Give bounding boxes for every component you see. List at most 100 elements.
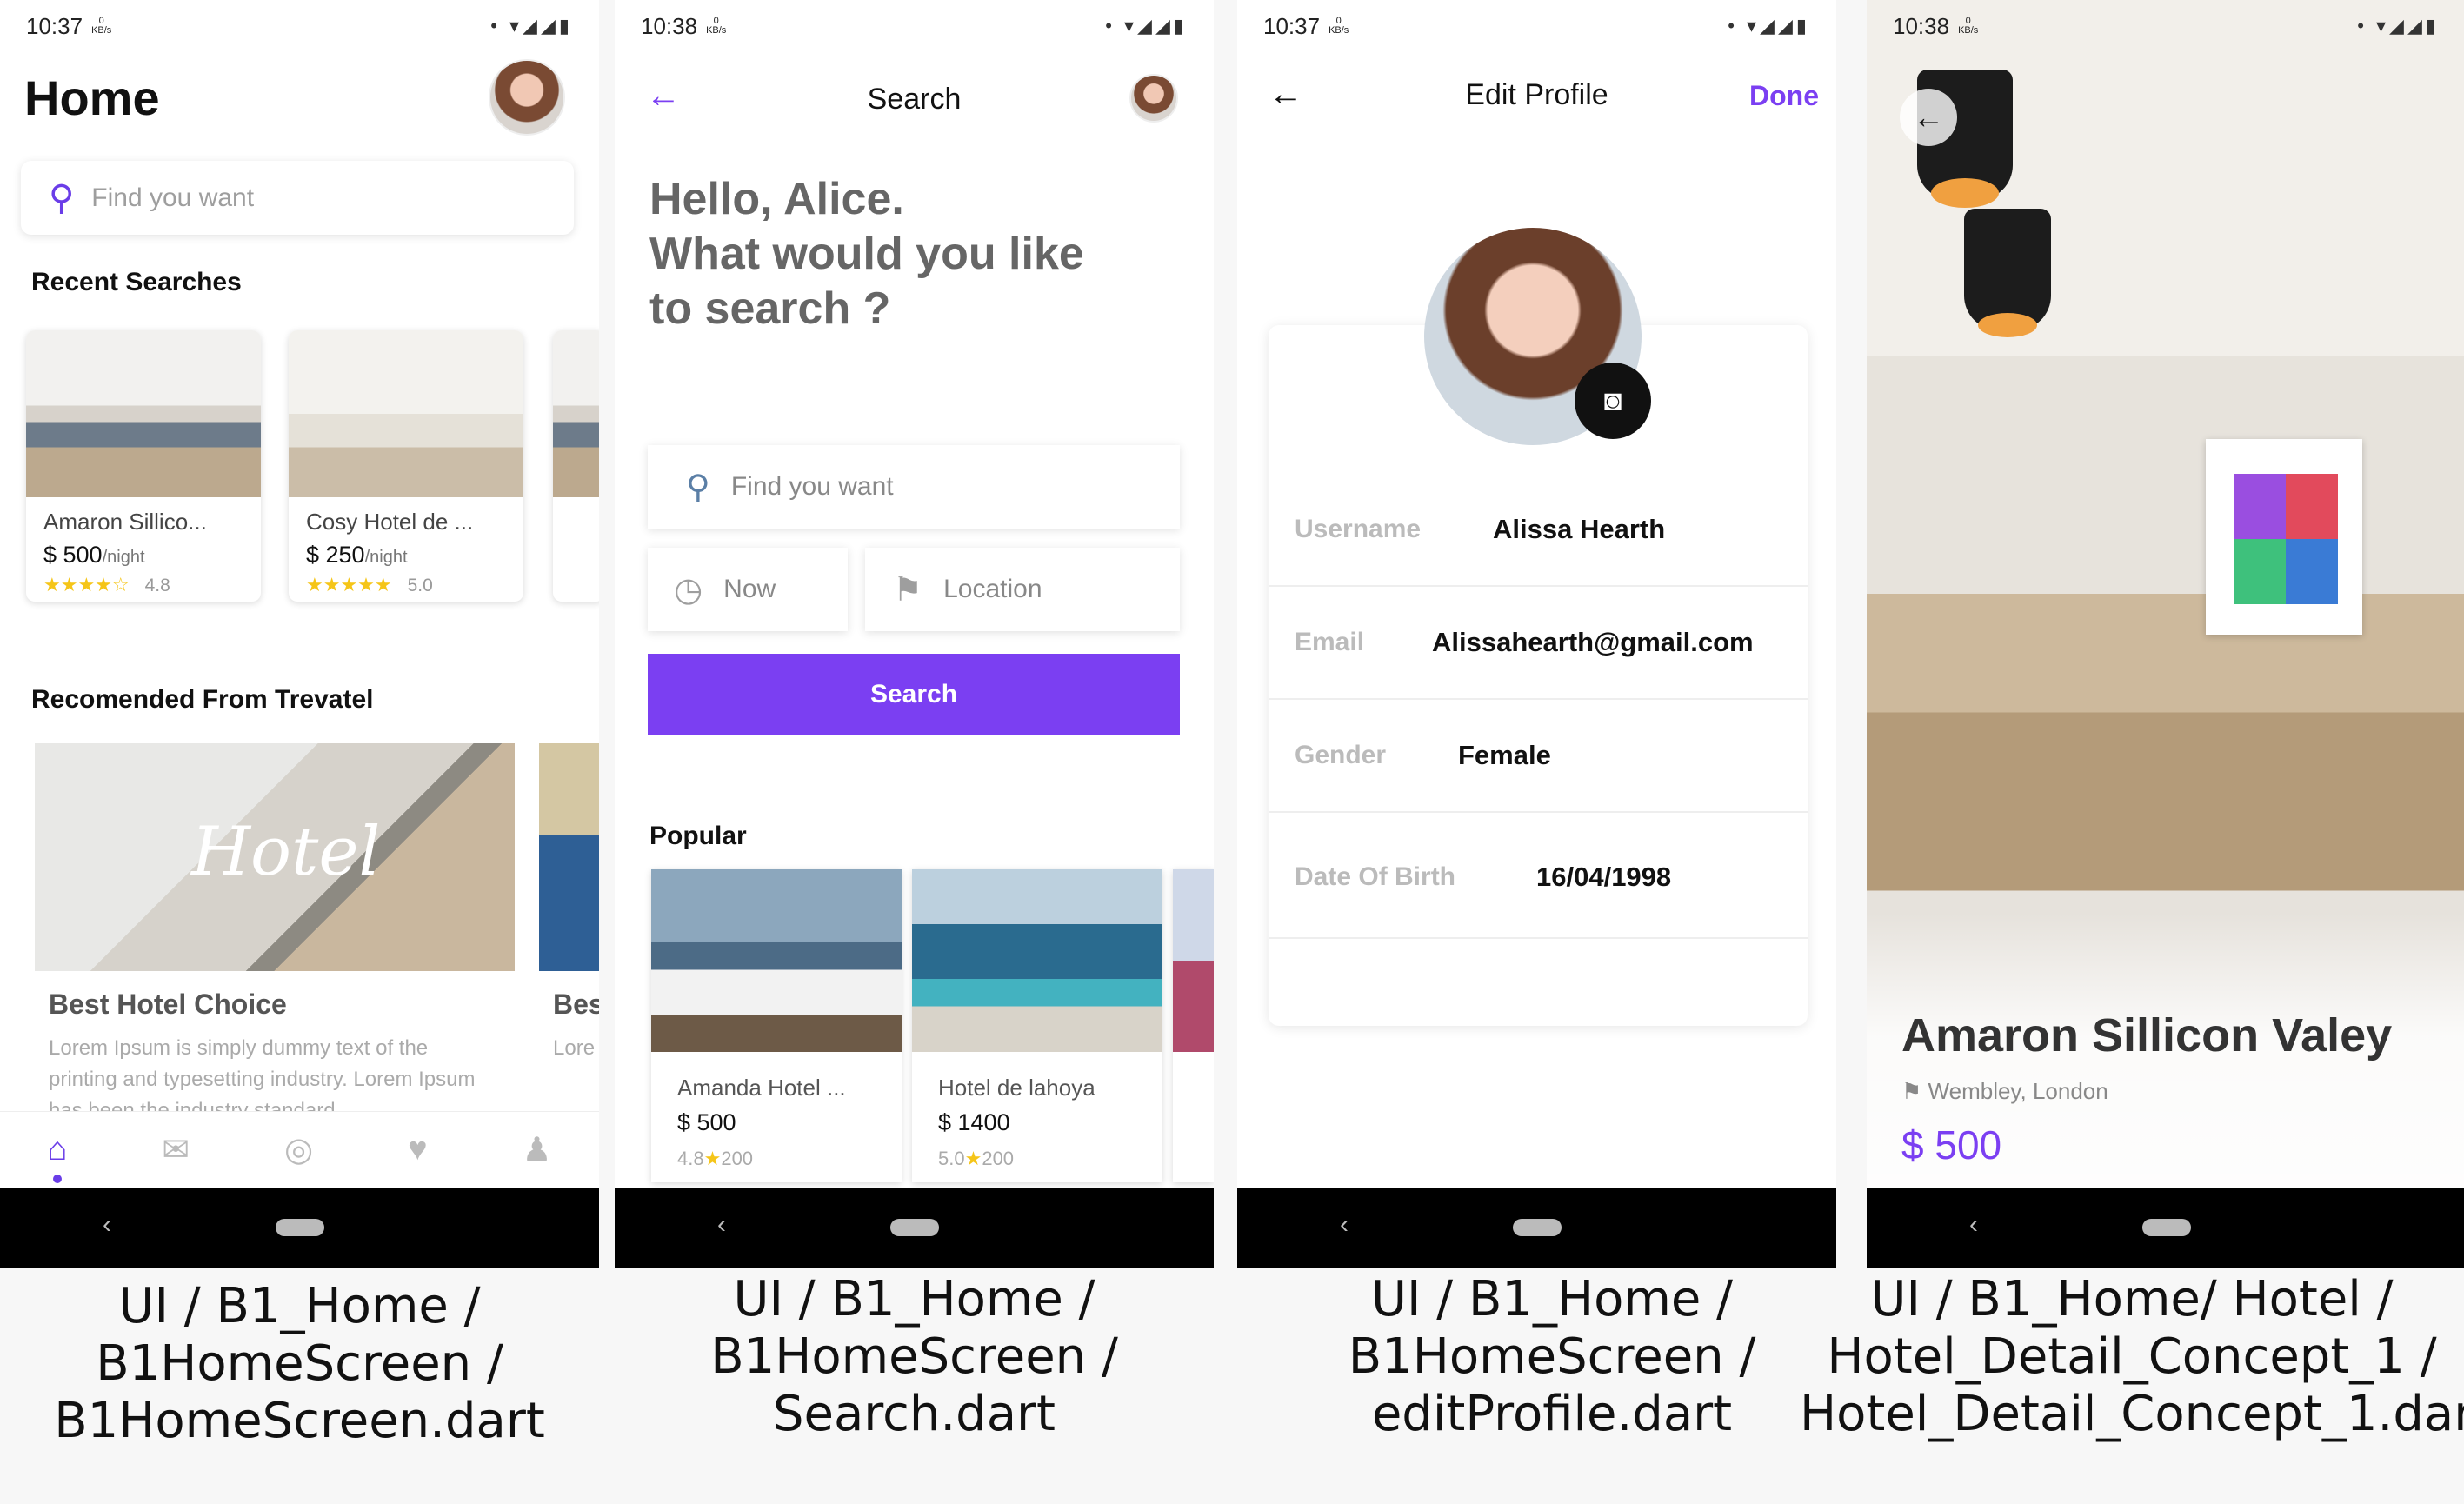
popular-card[interactable]: Amanda Hotel ... $ 500 4.8★200 — [651, 869, 902, 1182]
rating: ★★★★☆ 4.8 — [43, 574, 170, 596]
location-pin-icon: ⚑ — [1901, 1078, 1922, 1104]
system-icons: • ▾◢◢▮ — [2357, 15, 2440, 37]
recommended-image[interactable]: Hotel — [35, 743, 515, 971]
avatar[interactable] — [1129, 74, 1178, 123]
page-title: Search — [867, 83, 962, 116]
hotel-name: Hotel de lahoya — [938, 1075, 1095, 1101]
caption-hotel-detail: UI / B1_Home/ Hotel / Hotel_Detail_Conce… — [1800, 1271, 2464, 1442]
dob-row[interactable]: Date Of Birth 16/04/1998 — [1269, 817, 1808, 939]
popular-list: Amanda Hotel ... $ 500 4.8★200 Hotel de … — [651, 869, 1214, 1182]
hotel-image — [651, 869, 902, 1052]
rating: 5.0★200 — [938, 1148, 1014, 1170]
android-nav-bar: ‹ — [0, 1188, 599, 1268]
search-input[interactable]: ⚲ Find you want — [21, 161, 574, 235]
status-bar: 10:38 0 KB/s • ▾◢◢▮ — [1867, 0, 2464, 52]
nav-back-icon[interactable]: ‹ — [1969, 1210, 1978, 1240]
hotel-detail-screen: 10:38 0 KB/s • ▾◢◢▮ ← Amaron Sillicon Val… — [1867, 0, 2464, 1268]
hotel-name: Amanda Hotel ... — [677, 1075, 846, 1101]
review-count: 200 — [721, 1148, 754, 1169]
star-icon: ★ — [703, 1148, 722, 1169]
android-nav-bar: ‹ — [1237, 1188, 1836, 1268]
avatar[interactable] — [489, 59, 565, 136]
nav-back-icon[interactable]: ‹ — [103, 1210, 111, 1240]
username-row[interactable]: Username Alissa Hearth — [1269, 474, 1808, 587]
back-arrow-icon[interactable]: ← — [1900, 89, 1957, 146]
done-button[interactable]: Done — [1749, 80, 1819, 112]
status-time: 10:37 — [26, 12, 83, 39]
status-kbs-unit: KB/s — [1329, 25, 1349, 36]
system-icons: • ▾◢◢▮ — [1105, 15, 1188, 37]
clock-icon: ◷ — [674, 571, 703, 609]
search-placeholder: Find you want — [730, 472, 894, 501]
hotel-name: Amaron Sillico... — [43, 509, 207, 535]
location-pin-icon: ⚑ — [893, 571, 923, 609]
hotel-price: $ 1400 — [938, 1109, 1010, 1135]
explore-icon[interactable]: ◎ — [284, 1130, 313, 1169]
search-icon: ⚲ — [686, 469, 710, 506]
search-input[interactable]: ⚲ Find you want — [648, 445, 1180, 529]
nav-home-pill[interactable] — [889, 1219, 939, 1236]
location-selector[interactable]: ⚑ Location — [865, 548, 1180, 631]
status-kbs-unit: KB/s — [706, 25, 727, 36]
greeting: Hello, Alice. What would you like to sea… — [649, 174, 1084, 334]
review-count: 200 — [982, 1148, 1015, 1169]
popular-card-peek[interactable] — [1173, 869, 1214, 1182]
recent-card[interactable]: Cosy Hotel de ... $ 250/night ★★★★★ 5.0 — [289, 330, 523, 602]
time-selector[interactable]: ◷ Now — [648, 548, 848, 631]
lamp-glow — [1931, 178, 1999, 208]
edit-profile-screen: 10:37 0 KB/s • ▾◢◢▮ ← Edit Profile Done ◙… — [1237, 0, 1836, 1268]
recent-card[interactable]: Amaron Sillico... $ 500/night ★★★★☆ 4.8 — [26, 330, 261, 602]
hotel-image — [26, 330, 261, 497]
recent-card-peek[interactable] — [553, 330, 599, 602]
heart-icon[interactable]: ♥ — [408, 1131, 428, 1168]
price-unit: /night — [364, 548, 408, 567]
camera-icon[interactable]: ◙ — [1575, 363, 1651, 439]
page-title: Edit Profile — [1465, 78, 1608, 111]
android-nav-bar: ‹ — [615, 1188, 1214, 1268]
email-row[interactable]: Email Alissahearth@gmail.com — [1269, 587, 1808, 700]
active-indicator — [52, 1175, 62, 1183]
chat-icon[interactable]: ✉ — [162, 1130, 190, 1169]
pendant-lamp — [1964, 209, 2051, 330]
nav-back-icon[interactable]: ‹ — [1340, 1210, 1349, 1240]
nav-home-pill[interactable] — [275, 1219, 324, 1236]
canvas: 10:37 0 KB/s • ▾◢◢▮ Home ⚲ Find you want … — [0, 0, 2464, 1504]
nav-back-icon[interactable]: ‹ — [717, 1210, 726, 1240]
status-time: 10:38 — [641, 12, 698, 39]
gender-row[interactable]: Gender Female — [1269, 700, 1808, 813]
popular-card[interactable]: Hotel de lahoya $ 1400 5.0★200 — [912, 869, 1162, 1182]
rating-value: 5.0 — [407, 576, 433, 596]
recommended-image-peek[interactable] — [539, 743, 599, 971]
hotel-location: ⚑ Wembley, London — [1901, 1078, 2108, 1105]
bottom-tab-bar: ⌂ ✉ ◎ ♥ ♟ — [0, 1111, 599, 1188]
nav-home-pill[interactable] — [1512, 1219, 1562, 1236]
popular-title: Popular — [649, 822, 747, 850]
wall-art — [2206, 439, 2362, 635]
hotel-price: $ 500 — [1901, 1122, 2002, 1168]
status-time: 10:37 — [1263, 12, 1321, 39]
search-placeholder: Find you want — [91, 183, 255, 212]
star-icons: ★★★★★ — [306, 574, 392, 596]
search-screen: 10:38 0 KB/s • ▾◢◢▮ ← Search Hello, Alice… — [615, 0, 1214, 1268]
price-value: $ 250 — [306, 542, 365, 568]
home-icon[interactable]: ⌂ — [47, 1131, 67, 1183]
search-button[interactable]: Search — [648, 654, 1180, 735]
time-label: Now — [723, 575, 776, 603]
search-icon: ⚲ — [49, 178, 75, 217]
price-unit: /night — [102, 548, 145, 567]
username-label: Username — [1295, 515, 1422, 543]
android-nav-bar: ‹ — [1867, 1188, 2464, 1268]
system-icons: • ▾◢◢▮ — [490, 15, 573, 37]
hotel-price: $ 500/night — [43, 542, 145, 569]
rating: 4.8★200 — [677, 1148, 753, 1170]
lamp-glow — [1978, 313, 2037, 337]
location-text: Wembley, London — [1928, 1078, 2108, 1104]
profile-icon[interactable]: ♟ — [522, 1130, 551, 1169]
dob-label: Date Of Birth — [1295, 862, 1456, 891]
email-label: Email — [1295, 628, 1365, 656]
status-bar: 10:37 0 KB/s • ▾◢◢▮ — [0, 0, 599, 52]
status-kbs: 0 KB/s — [91, 17, 111, 36]
hotel-price: $ 250/night — [306, 542, 408, 569]
status-kbs-unit: KB/s — [91, 25, 112, 36]
nav-home-pill[interactable] — [2141, 1219, 2191, 1236]
